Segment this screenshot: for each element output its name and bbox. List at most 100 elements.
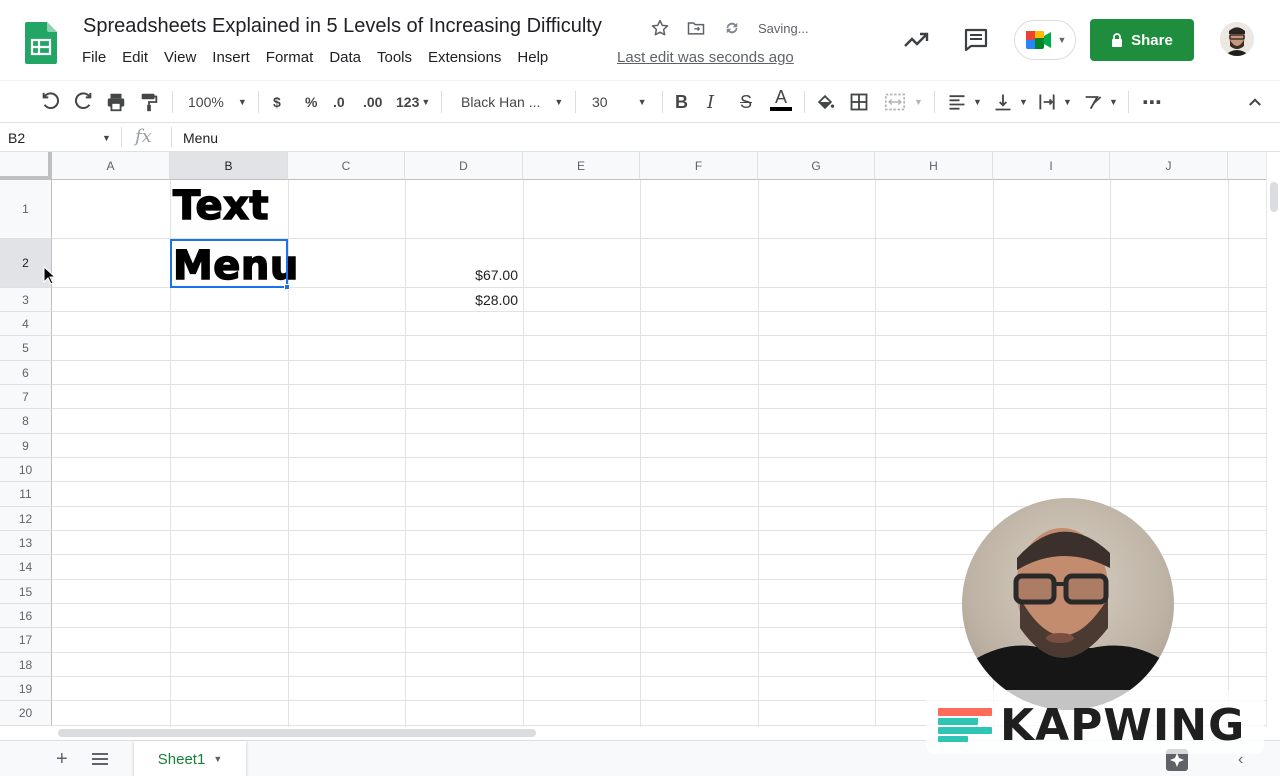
- google-sheets-logo-icon[interactable]: [25, 22, 57, 64]
- chevron-down-icon[interactable]: ▼: [102, 133, 111, 143]
- vertical-scroll-thumb[interactable]: [1270, 182, 1278, 212]
- star-icon[interactable]: [648, 16, 672, 40]
- vertical-scrollbar[interactable]: [1266, 152, 1280, 727]
- column-header-j[interactable]: J: [1110, 152, 1228, 180]
- move-folder-icon[interactable]: [684, 16, 708, 40]
- row-header-7[interactable]: 7: [0, 385, 52, 409]
- meet-button[interactable]: ▼: [1014, 20, 1076, 60]
- text-rotation-icon[interactable]: ▼: [1083, 89, 1118, 115]
- document-title[interactable]: Spreadsheets Explained in 5 Levels of In…: [83, 15, 602, 38]
- column-header-i[interactable]: I: [993, 152, 1110, 180]
- row-header-9[interactable]: 9: [0, 434, 52, 458]
- menu-bar: File Edit View Insert Format Data Tools …: [82, 49, 564, 66]
- cell-d2[interactable]: $67.00: [408, 267, 518, 283]
- row-header-10[interactable]: 10: [0, 458, 52, 482]
- name-box[interactable]: B2: [8, 130, 25, 146]
- font-family-select[interactable]: Black Han ... ▼: [461, 89, 563, 115]
- column-header-d[interactable]: D: [405, 152, 523, 180]
- column-header-b[interactable]: B: [170, 152, 288, 180]
- undo-icon[interactable]: [40, 89, 62, 115]
- column-header-g[interactable]: G: [758, 152, 875, 180]
- row-header-14[interactable]: 14: [0, 555, 52, 580]
- horizontal-scroll-thumb[interactable]: [58, 729, 536, 737]
- vertical-align-icon[interactable]: ▼: [993, 89, 1028, 115]
- menu-tools[interactable]: Tools: [377, 49, 420, 66]
- toolbar-divider: [662, 91, 663, 113]
- menu-extensions[interactable]: Extensions: [428, 49, 509, 66]
- row-header-12[interactable]: 12: [0, 507, 52, 531]
- horizontal-align-icon[interactable]: ▼: [947, 89, 982, 115]
- row-header-15[interactable]: 15: [0, 580, 52, 604]
- merge-cells-icon[interactable]: ▼: [884, 89, 923, 115]
- menu-format[interactable]: Format: [266, 49, 322, 66]
- comment-icon[interactable]: [962, 26, 990, 54]
- all-sheets-menu-icon[interactable]: [92, 752, 108, 766]
- menu-insert[interactable]: Insert: [212, 49, 258, 66]
- column-header-h[interactable]: H: [875, 152, 993, 180]
- row-header-11[interactable]: 11: [0, 482, 52, 507]
- zoom-select[interactable]: 100% ▼: [188, 89, 247, 115]
- column-header-f[interactable]: F: [640, 152, 758, 180]
- row-header-19[interactable]: 19: [0, 677, 52, 701]
- text-color-button[interactable]: A: [770, 87, 792, 117]
- menu-help[interactable]: Help: [517, 49, 556, 66]
- print-icon[interactable]: [105, 89, 127, 115]
- text-wrap-icon[interactable]: ▼: [1037, 89, 1072, 115]
- chevron-down-icon[interactable]: ▼: [213, 754, 222, 764]
- formula-input[interactable]: Menu: [183, 130, 218, 146]
- menu-data[interactable]: Data: [329, 49, 369, 66]
- row-header-17[interactable]: 17: [0, 628, 52, 653]
- column-header-e[interactable]: E: [523, 152, 640, 180]
- column-header-c[interactable]: C: [288, 152, 405, 180]
- collapse-menus-icon[interactable]: [1246, 89, 1264, 115]
- redo-icon[interactable]: [72, 89, 94, 115]
- increase-decimal-button[interactable]: .00: [363, 89, 382, 115]
- meet-caret-icon: ▼: [1057, 35, 1067, 45]
- grid-row-line: [52, 311, 1266, 312]
- zoom-value: 100%: [188, 94, 224, 110]
- row-header-5[interactable]: 5: [0, 336, 52, 361]
- user-avatar[interactable]: [1220, 22, 1254, 56]
- more-formats-button[interactable]: 123 ▼: [396, 89, 430, 115]
- row-header-8[interactable]: 8: [0, 409, 52, 434]
- row-header-1[interactable]: 1: [0, 180, 52, 239]
- grid-row-line: [52, 335, 1266, 336]
- menu-file[interactable]: File: [82, 49, 114, 66]
- add-sheet-button[interactable]: +: [56, 749, 68, 769]
- row-header-6[interactable]: 6: [0, 361, 52, 385]
- strikethrough-button[interactable]: S: [740, 89, 752, 115]
- kapwing-watermark: KAPWING: [1000, 700, 1246, 751]
- font-size-select[interactable]: 30 ▼: [592, 89, 647, 115]
- cell-d3[interactable]: $28.00: [408, 292, 518, 308]
- chevron-down-icon: ▼: [1019, 97, 1028, 107]
- row-header-16[interactable]: 16: [0, 604, 52, 628]
- row-header-4[interactable]: 4: [0, 312, 52, 336]
- row-header-13[interactable]: 13: [0, 531, 52, 555]
- currency-format-button[interactable]: $: [273, 89, 281, 115]
- menu-view[interactable]: View: [164, 49, 204, 66]
- activity-trend-icon[interactable]: [902, 26, 930, 54]
- increase-decimal-label: .00: [363, 94, 383, 110]
- grid-column-line: [1228, 180, 1229, 727]
- sheet-tab[interactable]: Sheet1 ▼: [134, 741, 246, 776]
- decrease-decimal-button[interactable]: .0: [333, 89, 345, 115]
- column-header-a[interactable]: A: [52, 152, 170, 180]
- percent-format-button[interactable]: %: [305, 89, 317, 115]
- row-header-20[interactable]: 20: [0, 701, 52, 726]
- italic-button[interactable]: I: [707, 89, 714, 115]
- share-button[interactable]: Share: [1090, 19, 1194, 61]
- more-options-button[interactable]: ⋯: [1142, 89, 1162, 115]
- menu-edit[interactable]: Edit: [122, 49, 156, 66]
- fill-color-icon[interactable]: [815, 89, 835, 115]
- last-edit-link[interactable]: Last edit was seconds ago: [617, 49, 794, 66]
- select-all-corner[interactable]: [0, 152, 52, 180]
- paint-format-icon[interactable]: [138, 89, 160, 115]
- active-cell-selection[interactable]: [170, 239, 288, 288]
- fill-handle[interactable]: [284, 284, 290, 290]
- row-header-3[interactable]: 3: [0, 288, 52, 312]
- borders-icon[interactable]: [849, 89, 869, 115]
- toolbar-divider: [1128, 91, 1129, 113]
- cell-b1[interactable]: Text: [172, 185, 269, 227]
- bold-button[interactable]: B: [675, 89, 688, 115]
- row-header-18[interactable]: 18: [0, 653, 52, 677]
